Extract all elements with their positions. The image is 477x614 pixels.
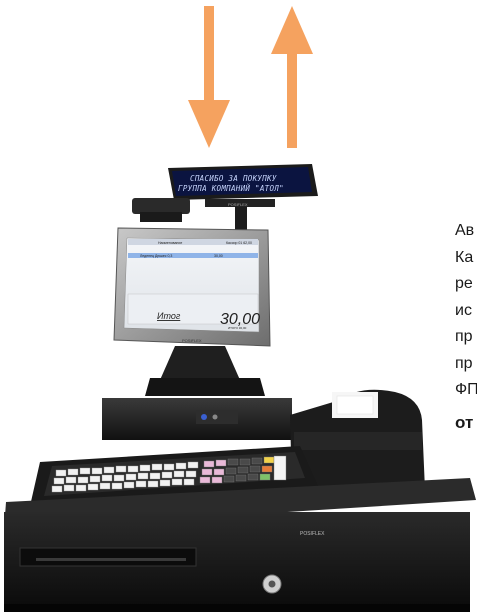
side-text-line: ре xyxy=(455,275,473,292)
monitor-brand: POSIFLEX xyxy=(182,338,202,343)
side-text-line: ис xyxy=(455,301,472,319)
side-text-block: Ав Ка ре ис пр пр ФП от xyxy=(455,218,477,436)
vfd-brand: POSIFLEX xyxy=(228,202,248,207)
side-text-line: пр xyxy=(455,328,473,345)
down-arrow-icon xyxy=(188,6,230,148)
pos-terminal: СПАСИБО ЗА ПОКУПКУ ГРУППА КОМПАНИЙ "АТОЛ… xyxy=(4,164,476,612)
screen-row-price: 30,00 xyxy=(214,254,223,258)
screen-selected-item: Леденец Дюшес 0,3 xyxy=(140,254,172,258)
vfd-line-1: СПАСИБО ЗА ПОКУПКУ xyxy=(190,174,277,183)
side-text-line: Ав xyxy=(455,222,475,239)
drawer-brand: POSIFLEX xyxy=(300,531,325,537)
side-text-line: Ка xyxy=(455,248,474,266)
side-text-bold: от xyxy=(455,412,474,432)
screen-footer: ИТОГО 30,00 xyxy=(228,326,247,330)
screen-header-left: Наименование xyxy=(158,241,182,245)
up-arrow-icon xyxy=(271,6,313,148)
screen-header-right: Кассир 01 62,00 xyxy=(226,241,252,245)
side-text-line: пр xyxy=(455,354,473,372)
vfd-line-2: ГРУППА КОМПАНИЙ "АТОЛ" xyxy=(178,184,284,193)
side-text-line: ФП xyxy=(455,381,477,398)
screen-itog-label: Итог xyxy=(157,311,181,321)
